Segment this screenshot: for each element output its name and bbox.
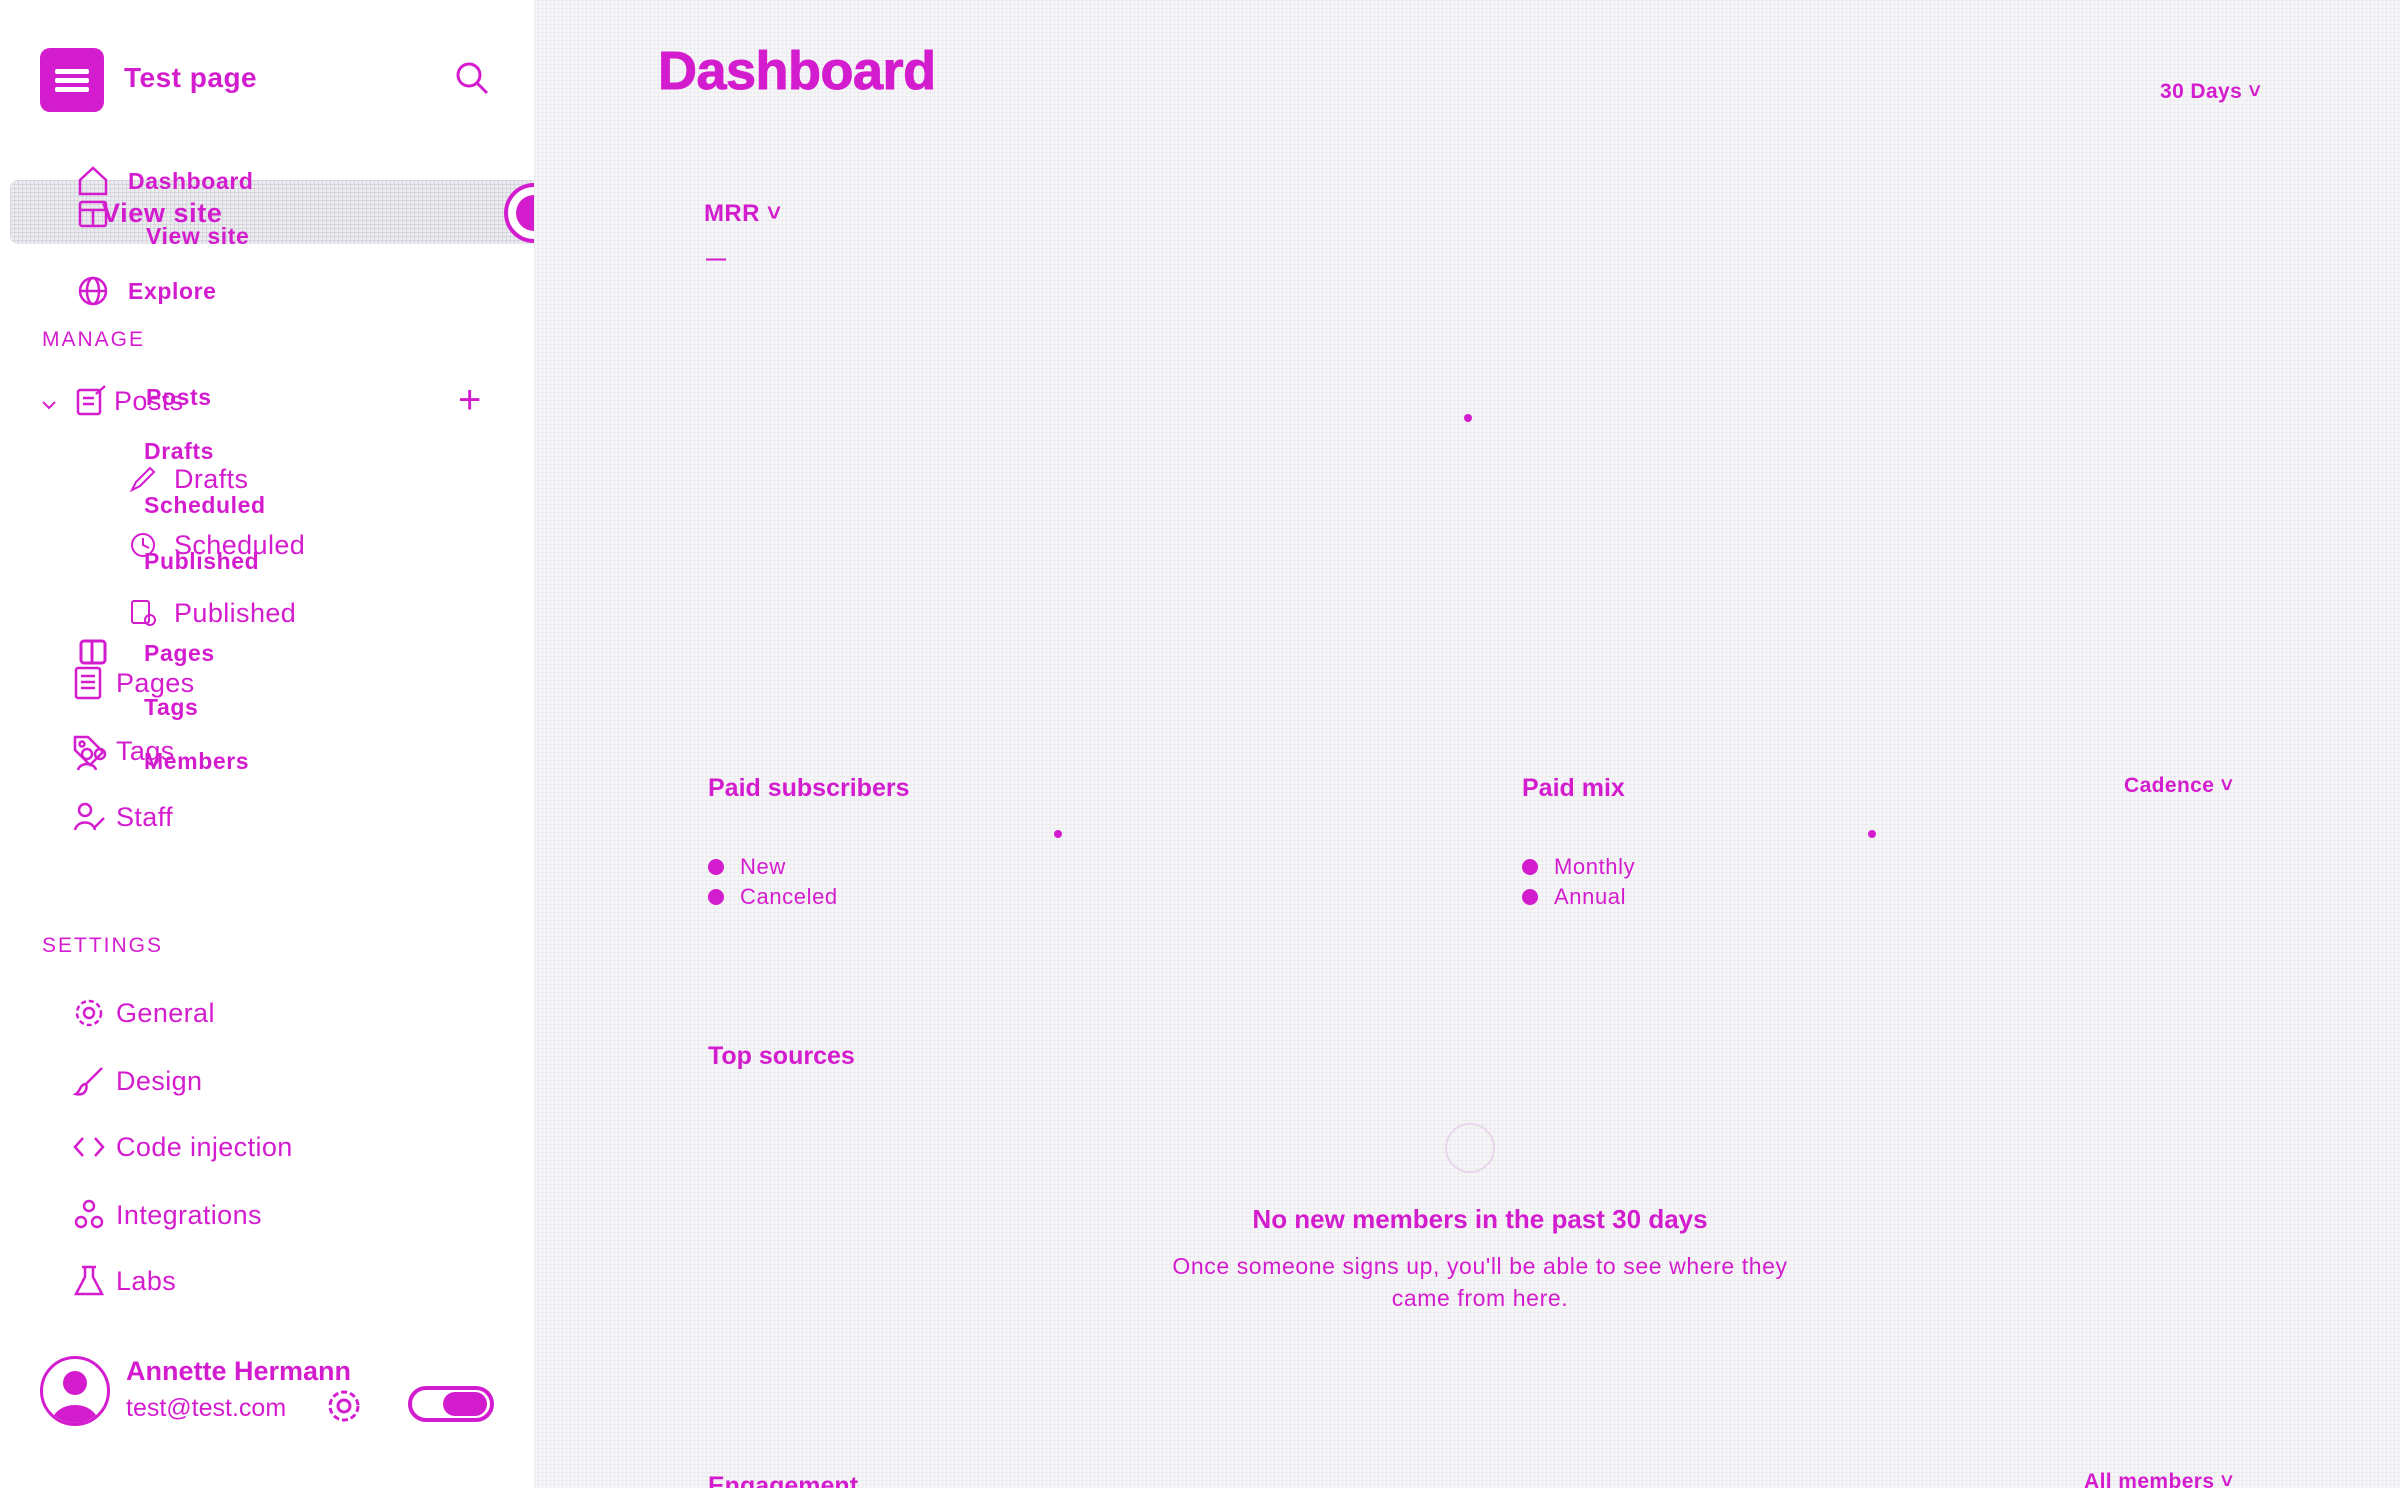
legend-dot [1522,889,1538,905]
legend-dot [708,859,724,875]
nav-design-label: Design [116,1065,203,1096]
nav-published-label: Published [174,597,297,628]
paid-mix-title: Paid mix [1522,774,1625,802]
user-name[interactable]: Annette Hermann [126,1356,351,1387]
legend-annual-label: Annual [1554,884,1627,909]
paid-subscribers-title: Paid subscribers [708,774,910,802]
legend-monthly: Monthly [1522,854,1635,880]
new-post-plus-icon[interactable]: + [458,380,481,420]
empty-state-text: Once someone signs up, you'll be able to… [1080,1250,1880,1314]
nav-staff-label: Staff [116,801,174,832]
doc-check-icon [126,596,160,630]
nav-published-ghost-label: Published [144,548,260,574]
code-icon [72,1130,106,1164]
nav-design[interactable]: Design [72,1064,202,1098]
nav-explore[interactable]: Explore [76,274,217,308]
edit-doc-icon [74,384,108,418]
legend-dot [1522,859,1538,875]
members-icon [76,746,110,777]
chevron-down-icon: ˅ [766,200,782,227]
nav-tags-ghost-label: Tags [144,694,199,720]
gear-icon [72,996,106,1030]
legend-canceled-label: Canceled [740,884,838,909]
nav-scheduled-ghost-label: Scheduled [144,492,266,518]
sidebar: Test page Dashboard View site View site … [0,0,564,1488]
brush-icon [72,1064,106,1098]
engagement-select-label: All members [2084,1470,2215,1488]
range-select-label: 30 Days [2160,80,2243,103]
nav-drafts-label: Drafts [174,463,249,494]
nav-general[interactable]: General [72,996,215,1030]
nav-view-site-ghost-label: View site [146,223,250,249]
site-title[interactable]: Test page [124,62,257,94]
chevron-down-icon: ˅ [2220,774,2234,797]
nav-dashboard-label: Dashboard [128,167,254,194]
chevron-down-icon[interactable] [40,396,58,419]
mrr-select[interactable]: MRR ˅ [704,200,781,228]
user-settings-gear-icon[interactable] [324,1386,368,1430]
legend-monthly-label: Monthly [1554,854,1636,879]
search-icon[interactable] [452,58,492,98]
pages-icon [72,666,106,700]
page-title: Dashboard [658,41,937,102]
nav-code-injection[interactable]: Code injection [72,1130,293,1164]
chevron-down-icon: ˅ [2248,80,2262,103]
pencil-icon [126,462,160,496]
mrr-select-label: MRR [704,200,760,227]
nav-general-label: General [116,997,215,1028]
nav-posts-ghost-label: Posts [146,384,212,410]
chevron-down-icon: ˅ [2220,1470,2234,1488]
empty-state-icon [1434,1120,1506,1187]
nav-labs[interactable]: Labs [72,1264,176,1298]
range-select[interactable]: 30 Days ˅ [2160,80,2261,104]
nav-drafts[interactable]: Drafts [126,462,248,496]
nav-drafts-ghost-label: Drafts [144,438,215,464]
nav-integrations-label: Integrations [116,1199,262,1230]
nav-staff[interactable]: Staff [72,800,173,834]
nav-integrations[interactable]: Integrations [72,1198,262,1232]
globe-icon [76,274,110,308]
user-email: test@test.com [126,1394,287,1422]
mrr-value: — [706,248,726,270]
empty-state-title: No new members in the past 30 days [1252,1204,1708,1234]
legend-new-label: New [740,854,786,879]
nav-view-site-ghost: View site [146,223,249,250]
nav-pages-ghost-label: Pages [144,640,215,666]
mrr-chart-point [1464,414,1472,422]
empty-state-text-line2: came from here. [1391,1285,1569,1312]
nav-members-label[interactable]: Members [144,748,249,775]
legend-annual: Annual [1522,884,1626,910]
paid-subscribers-chart-point [1054,830,1062,838]
site-logo[interactable] [40,48,104,112]
legend-new: New [708,854,786,880]
settings-section-header: SETTINGS [42,934,164,957]
empty-state-text-line1: Once someone signs up, you'll be able to… [1172,1253,1788,1279]
dark-mode-toggle[interactable] [408,1386,494,1422]
top-sources-title: Top sources [708,1042,855,1070]
legend-canceled: Canceled [708,884,838,910]
integrations-icon [72,1198,106,1232]
paid-mix-chart-point [1868,830,1876,838]
nav-code-injection-label: Code injection [116,1131,293,1162]
avatar[interactable] [40,1356,110,1426]
cadence-select-label: Cadence [2124,774,2215,797]
nav-explore-label: Explore [128,277,217,304]
nav-labs-label: Labs [116,1265,177,1296]
flask-icon [72,1264,106,1298]
manage-section-header: MANAGE [42,328,146,351]
nav-published[interactable]: Published [126,596,296,630]
legend-dot [708,889,724,905]
staff-icon [72,800,106,834]
engagement-title: Engagement [708,1472,859,1488]
main-content: Dashboard 30 Days ˅ MRR ˅ — Paid subscri… [534,0,2400,1488]
nav-dashboard[interactable]: Dashboard [76,164,254,198]
cadence-select[interactable]: Cadence ˅ [2124,774,2233,798]
house-icon [76,164,110,198]
engagement-select[interactable]: All members ˅ [2084,1470,2233,1488]
